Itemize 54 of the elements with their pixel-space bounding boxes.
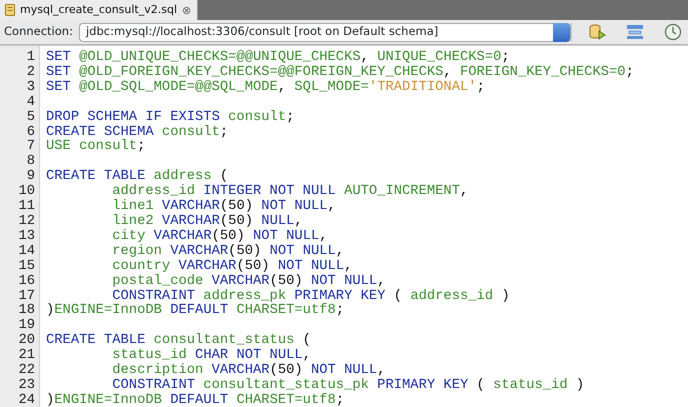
line-number: 7 [26,140,36,154]
connection-label: Connection: [4,23,73,40]
code-line: )ENGINE=InnoDB DEFAULT CHARSET=utf8; [46,394,346,407]
code-line: line1 VARCHAR(50) NOT NULL, [111,200,337,214]
code-line: address_id INTEGER NOT NULL AUTO_INCREMENT, [111,185,470,200]
close-button[interactable]: ⊗ [182,4,192,16]
code-line: USE consult; [46,140,146,156]
code-line: line2 VARCHAR(50) NULL, [111,214,304,229]
line-number: 19 [17,319,36,334]
code-line: SET @OLD_FOREIGN_KEY_CHECKS=@@FOREIGN_KEY_CHECKS, FOREIGN_KEY_CHECKS=0; [46,66,635,80]
line-number: 22 [17,364,36,378]
line-number: 6 [26,126,36,140]
code-line: CONSTRAINT address_pk PRIMARY KEY ( address_id ) [111,290,511,304]
line-number: 16 [17,274,36,290]
code-line: CREATE SCHEMA consult; [46,126,230,140]
line-number: 14 [17,244,36,260]
code-line: CREATE TABLE address ( [46,170,230,184]
line-number: 1 [26,51,36,66]
line-number: 4 [26,96,36,110]
code-line: SET @OLD_UNIQUE_CHECKS=@@UNIQUE_CHECKS, UNIQUE_CHECKS=0; [46,51,511,65]
line-number: 23 [17,378,36,394]
line-number: 21 [17,349,36,364]
code-line: description VARCHAR(50) NOT NULL, [111,364,386,378]
connection-dropdown[interactable]: jdbc:mysql://localhost:3306/consult [root on Default schema] [78,22,571,42]
code-line: region VARCHAR(50) NOT NULL, [111,244,346,259]
code-line: country VARCHAR(50) NOT NULL, [111,260,354,274]
line-number: 5 [26,110,36,126]
tab-title: mysql_create_consult_v2.sql [20,2,178,18]
code-line: DROP SCHEMA IF EXISTS consult; [46,110,296,125]
line-number: 3 [26,80,36,96]
line-number: 10 [17,185,36,200]
line-number: 12 [17,214,36,230]
line-number: 13 [17,230,36,244]
editor-tab[interactable]: mysql_create_consult_v2.sql ⊗ [0,0,198,20]
line-number: 24 [17,394,36,407]
code-line: postal_code VARCHAR(50) NOT NULL, [111,274,386,289]
database-run-icon[interactable] [588,23,606,41]
table-icon[interactable] [626,23,644,41]
file-icon [5,4,15,16]
line-number: 11 [17,200,36,214]
code-line: status_id CHAR NOT NULL, [111,349,312,364]
code-line: CONSTRAINT consultant_status_pk PRIMARY KEY ( status_id ) [111,378,586,393]
clock-icon[interactable] [664,23,682,41]
code-line: SET @OLD_SQL_MODE=@@SQL_MODE, SQL_MODE='TRADITIONAL'; [46,80,486,96]
line-number: 20 [17,334,36,348]
line-number: 15 [17,260,36,274]
line-number: 2 [26,66,36,80]
line-number: 8 [26,155,36,170]
line-number: 9 [26,170,36,184]
code-line: city VARCHAR(50) NOT NULL, [111,230,329,244]
line-number: 18 [17,304,36,318]
line-number: 17 [17,290,36,304]
code-line: )ENGINE=InnoDB DEFAULT CHARSET=utf8; [46,304,346,320]
code-line: CREATE TABLE consultant_status ( [46,334,312,348]
